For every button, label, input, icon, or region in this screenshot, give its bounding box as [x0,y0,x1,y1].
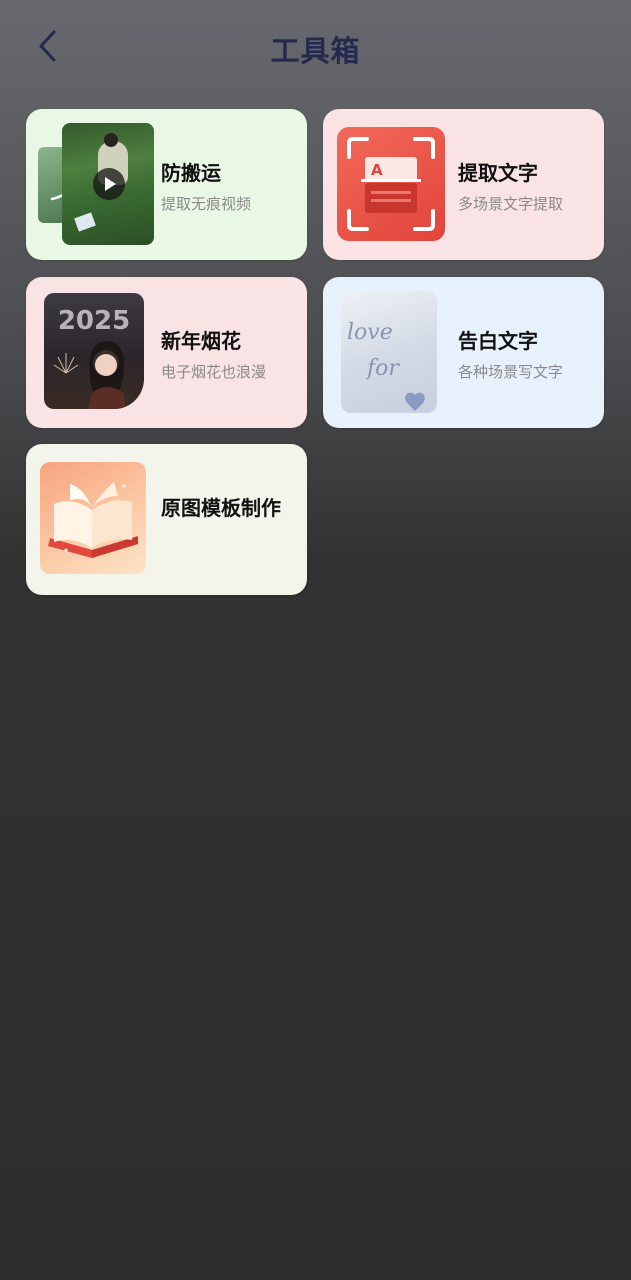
tool-title: 提取文字 [458,161,538,185]
fireworks-thumbnail: 2025 [44,293,144,409]
tool-subtitle: 多场景文字提取 [458,195,564,213]
video-thumbnail [38,123,156,247]
sand-writing-thumbnail: love for [341,291,437,413]
tool-card-extract-text[interactable]: A 提取文字 多场景文字提取 [323,109,604,260]
play-icon [93,168,125,200]
tool-card-love-text[interactable]: love for 告白文字 各种场景写文字 [323,277,604,428]
tool-title: 新年烟花 [161,329,241,353]
fireworks-year-text: 2025 [58,306,130,336]
text-scan-icon: A [337,127,445,241]
tool-title: 原图模板制作 [161,496,281,520]
tool-subtitle: 提取无痕视频 [161,195,252,213]
tool-card-template-maker[interactable]: 原图模板制作 [26,444,307,595]
tool-subtitle: 各种场景写文字 [458,363,564,381]
tool-card-fireworks[interactable]: 2025 新年烟花 电子烟花也浪漫 [26,277,307,428]
page-title: 工具箱 [270,34,361,68]
scan-letter: A [371,161,383,179]
sand-text-line1: love [347,320,393,345]
tool-card-anti-repost[interactable]: 防搬运 提取无痕视频 [26,109,307,260]
open-book-icon [40,462,146,574]
header: 工具箱 [0,0,631,95]
sand-text-line2: for [365,356,400,381]
tool-title: 告白文字 [458,329,538,353]
tool-subtitle: 电子烟花也浪漫 [161,363,267,381]
tool-title: 防搬运 [161,161,221,185]
